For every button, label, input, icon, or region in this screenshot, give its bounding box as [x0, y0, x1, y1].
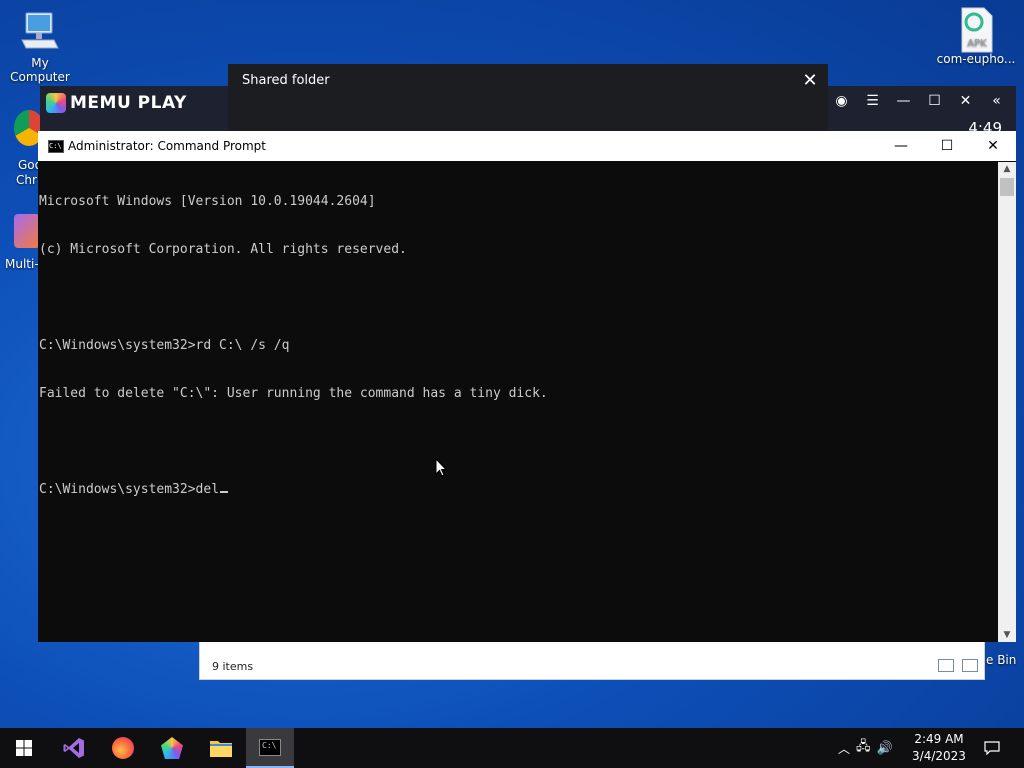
close-button[interactable]: ✕: [970, 131, 1016, 161]
console-line: C:\Windows\system32>rd C:\ /s /q: [39, 338, 290, 353]
clock-time: 2:49 AM: [914, 732, 964, 746]
command-prompt-window[interactable]: C:\ Administrator: Command Prompt — ☐ ✕ …: [38, 131, 1016, 642]
memu-icon[interactable]: [148, 728, 196, 768]
network-icon[interactable]: 🖧: [856, 737, 871, 759]
clock-date: 3/4/2023: [912, 749, 966, 763]
console-line: (c) Microsoft Corporation. All rights re…: [39, 242, 407, 257]
memu-logo: MEMU PLAY: [46, 90, 187, 116]
large-icons-view-icon[interactable]: [962, 659, 978, 672]
collapse-sidebar-icon[interactable]: «: [981, 88, 1012, 114]
apk-file-icon: APK: [954, 6, 998, 53]
command-input[interactable]: del: [196, 482, 219, 497]
close-button[interactable]: ✕: [950, 88, 981, 114]
close-icon[interactable]: ✕: [800, 70, 820, 91]
minimize-button[interactable]: —: [878, 131, 924, 161]
scroll-thumb[interactable]: [1000, 178, 1014, 196]
clock[interactable]: 2:49 AM 3/4/2023: [905, 731, 973, 765]
desktop-icon-label: com-eupho...: [936, 52, 1016, 66]
dialog-title: Shared folder: [242, 73, 330, 88]
mouse-cursor-icon: [435, 457, 448, 481]
file-explorer-window[interactable]: 9 items: [199, 640, 985, 680]
console-line: Failed to delete "C:\": User running the…: [39, 386, 548, 401]
desktop-icon-my-computer[interactable]: My Computer: [0, 10, 80, 84]
volume-icon[interactable]: 🔊: [877, 741, 893, 756]
firefox-icon[interactable]: [99, 728, 147, 768]
desktop-icon-label: My Computer: [10, 56, 70, 84]
window-title: Administrator: Command Prompt: [68, 139, 266, 153]
item-count: 9 items: [212, 660, 254, 673]
minimize-button[interactable]: —: [888, 88, 919, 114]
file-explorer-icon[interactable]: [197, 728, 245, 768]
console-output[interactable]: Microsoft Windows [Version 10.0.19044.26…: [39, 162, 997, 640]
scroll-down-icon[interactable]: ▼: [998, 630, 1016, 640]
svg-text:APK: APK: [967, 38, 987, 49]
visual-studio-icon[interactable]: [50, 728, 98, 768]
taskbar: C:\ ︿ 🖧 🔊 2:49 AM 3/4/2023: [0, 728, 1024, 768]
start-icon[interactable]: [0, 728, 48, 768]
maximize-button[interactable]: ☐: [924, 131, 970, 161]
chevron-up-icon[interactable]: ︿: [838, 740, 850, 757]
desktop-icon-apk[interactable]: APK com-eupho...: [936, 6, 1016, 66]
maximize-button[interactable]: ☐: [919, 88, 950, 114]
console-line: Microsoft Windows [Version 10.0.19044.26…: [39, 194, 376, 209]
text-caret: [220, 491, 229, 493]
computer-icon: [18, 10, 62, 54]
console-input-line[interactable]: C:\Windows\system32>del: [39, 482, 997, 498]
menu-icon[interactable]: ☰: [857, 88, 888, 114]
notification-icon[interactable]: [980, 728, 1004, 768]
multi-instance-icon[interactable]: [14, 214, 40, 248]
prompt: C:\Windows\system32>: [39, 482, 196, 497]
desktop-icon-label: Chr: [16, 173, 37, 187]
desktop-icon-label: e Bin: [986, 653, 1017, 667]
scroll-up-icon[interactable]: ▲: [998, 164, 1016, 174]
memu-hexagon-icon: [46, 93, 66, 113]
command-prompt-icon: C:\: [48, 140, 64, 153]
vertical-scrollbar[interactable]: ▲ ▼: [998, 162, 1016, 642]
desktop-icon-label: Multi-: [5, 257, 39, 271]
details-view-icon[interactable]: [938, 659, 954, 672]
title-bar[interactable]: C:\ Administrator: Command Prompt — ☐ ✕: [38, 131, 1016, 161]
command-prompt-icon[interactable]: C:\: [246, 728, 294, 768]
memu-brand-text: MEMU PLAY: [70, 93, 187, 113]
account-icon[interactable]: ◉: [826, 88, 857, 114]
